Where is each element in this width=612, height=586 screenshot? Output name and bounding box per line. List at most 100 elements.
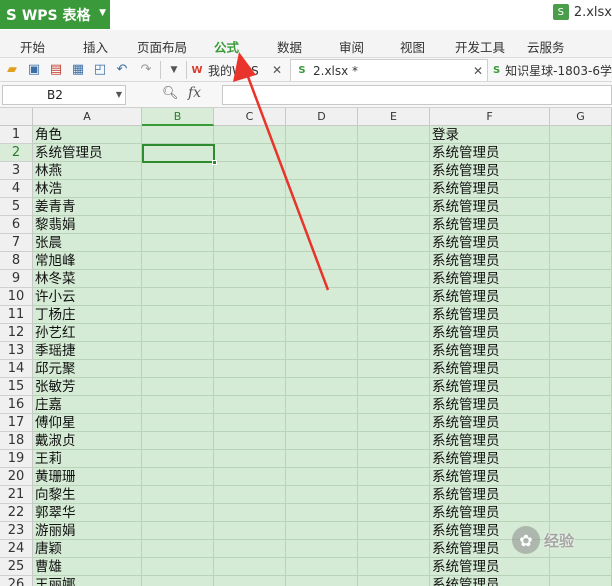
column-header-b[interactable]: B [142, 108, 214, 126]
cell-a16[interactable]: 庄嘉 [33, 396, 62, 414]
cell-f22[interactable]: 系统管理员 [430, 504, 500, 522]
cell-a15[interactable]: 张敏芳 [33, 378, 76, 396]
close-icon[interactable]: ✕ [473, 64, 483, 78]
tab-developer[interactable]: 开发工具 [455, 37, 505, 56]
cell-f23[interactable]: 系统管理员 [430, 522, 500, 540]
row-header[interactable]: 11 [0, 306, 33, 324]
cell-a23[interactable]: 游丽娟 [33, 522, 76, 540]
active-cell-b2[interactable] [142, 144, 217, 165]
cell-f19[interactable]: 系统管理员 [430, 450, 500, 468]
cell-f20[interactable]: 系统管理员 [430, 468, 500, 486]
open-folder-icon[interactable]: ▰ [4, 62, 20, 78]
cell-f12[interactable]: 系统管理员 [430, 324, 500, 342]
tab-home[interactable]: 开始 [20, 37, 45, 56]
cell-a22[interactable]: 郭翠华 [33, 504, 76, 522]
cell-f21[interactable]: 系统管理员 [430, 486, 500, 504]
row-header[interactable]: 16 [0, 396, 33, 414]
tab-view[interactable]: 视图 [400, 37, 425, 56]
row-header[interactable]: 3 [0, 162, 33, 180]
row-header[interactable]: 5 [0, 198, 33, 216]
doc-tab-my-wps[interactable]: W 我的WPS ✕ [190, 59, 286, 81]
cell-a7[interactable]: 张晨 [33, 234, 62, 252]
cell-a3[interactable]: 林燕 [33, 162, 62, 180]
cell-a11[interactable]: 丁杨庄 [33, 306, 76, 324]
cell-f16[interactable]: 系统管理员 [430, 396, 500, 414]
column-header-d[interactable]: D [286, 108, 358, 126]
cell-f4[interactable]: 系统管理员 [430, 180, 500, 198]
cell-a17[interactable]: 傅仰星 [33, 414, 76, 432]
zoom-search-icon[interactable]: 🔍︎ [162, 86, 179, 101]
row-header[interactable]: 15 [0, 378, 33, 396]
save-icon[interactable]: ▣ [26, 62, 42, 78]
insert-function-icon[interactable]: fx [188, 85, 201, 101]
cell-f14[interactable]: 系统管理员 [430, 360, 500, 378]
cell-f11[interactable]: 系统管理员 [430, 306, 500, 324]
tab-cloud[interactable]: 云服务 [527, 37, 565, 56]
cell-a4[interactable]: 林浩 [33, 180, 62, 198]
cell-a14[interactable]: 邱元聚 [33, 360, 76, 378]
cell-a19[interactable]: 王莉 [33, 450, 62, 468]
undo-icon[interactable]: ↶ [114, 62, 130, 78]
cell-a12[interactable]: 孙艺红 [33, 324, 76, 342]
dropdown-icon[interactable]: ▼ [166, 62, 182, 78]
row-header[interactable]: 24 [0, 540, 33, 558]
cell-f8[interactable]: 系统管理员 [430, 252, 500, 270]
cell-f10[interactable]: 系统管理员 [430, 288, 500, 306]
chevron-down-icon[interactable]: ▼ [116, 86, 122, 104]
tab-data[interactable]: 数据 [277, 37, 302, 56]
cell-f1[interactable]: 登录 [430, 126, 459, 144]
row-header[interactable]: 26 [0, 576, 33, 586]
cell-a9[interactable]: 林冬菜 [33, 270, 76, 288]
doc-tab-active[interactable]: S 2.xlsx * ✕ [290, 59, 488, 81]
cell-f15[interactable]: 系统管理员 [430, 378, 500, 396]
row-header[interactable]: 18 [0, 432, 33, 450]
cell-a24[interactable]: 唐颖 [33, 540, 62, 558]
row-header[interactable]: 22 [0, 504, 33, 522]
row-header[interactable]: 6 [0, 216, 33, 234]
close-icon[interactable]: ✕ [272, 63, 282, 77]
cell-a25[interactable]: 曹雄 [33, 558, 62, 576]
select-all-corner[interactable] [0, 108, 33, 126]
row-header[interactable]: 2 [0, 144, 33, 162]
row-header[interactable]: 19 [0, 450, 33, 468]
row-header[interactable]: 14 [0, 360, 33, 378]
cell-a1[interactable]: 角色 [33, 126, 62, 144]
formula-input[interactable] [222, 85, 612, 105]
print-preview-icon[interactable]: ◰ [92, 62, 108, 78]
cell-area[interactable]: 角色 登录 系统管理员 系统管理员 林燕 系统管理员 林浩 系统管理员 姜青青 系统管理员 黎翡娟系… [33, 126, 612, 586]
row-header[interactable]: 25 [0, 558, 33, 576]
cell-f26[interactable]: 系统管理员 [430, 576, 500, 586]
tab-page-layout[interactable]: 页面布局 [137, 37, 187, 56]
tab-formulas[interactable]: 公式 [214, 37, 239, 56]
tab-insert[interactable]: 插入 [83, 37, 108, 56]
cell-a8[interactable]: 常旭峰 [33, 252, 76, 270]
row-header[interactable]: 20 [0, 468, 33, 486]
row-header[interactable]: 4 [0, 180, 33, 198]
column-header-a[interactable]: A [33, 108, 142, 126]
cell-f3[interactable]: 系统管理员 [430, 162, 500, 180]
row-header[interactable]: 12 [0, 324, 33, 342]
tab-review[interactable]: 审阅 [339, 37, 364, 56]
cell-a2[interactable]: 系统管理员 [33, 144, 103, 162]
cell-a6[interactable]: 黎翡娟 [33, 216, 76, 234]
cell-f18[interactable]: 系统管理员 [430, 432, 500, 450]
cell-f25[interactable]: 系统管理员 [430, 558, 500, 576]
row-header[interactable]: 9 [0, 270, 33, 288]
cell-a13[interactable]: 季瑶捷 [33, 342, 76, 360]
cell-a21[interactable]: 向黎生 [33, 486, 76, 504]
cell-f9[interactable]: 系统管理员 [430, 270, 500, 288]
cell-f24[interactable]: 系统管理员 [430, 540, 500, 558]
cell-a5[interactable]: 姜青青 [33, 198, 76, 216]
name-box[interactable]: B2 ▼ [2, 85, 126, 105]
doc-tab-knowledge[interactable]: S 知识星球-1803-6学 [492, 59, 612, 81]
cell-f13[interactable]: 系统管理员 [430, 342, 500, 360]
column-header-c[interactable]: C [214, 108, 286, 126]
app-menu-button[interactable]: S WPS 表格 ▼ [0, 0, 110, 29]
export-pdf-icon[interactable]: ▤ [48, 62, 64, 78]
column-header-f[interactable]: F [430, 108, 550, 126]
cell-f17[interactable]: 系统管理员 [430, 414, 500, 432]
fill-handle[interactable] [212, 160, 217, 165]
cell-a26[interactable]: 王丽娜 [33, 576, 76, 586]
cell-f7[interactable]: 系统管理员 [430, 234, 500, 252]
row-header[interactable]: 1 [0, 126, 33, 144]
